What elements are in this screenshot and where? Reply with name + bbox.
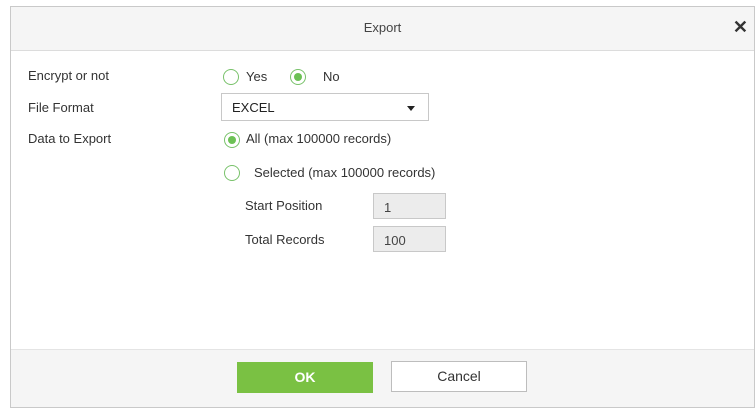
start-position-label: Start Position	[245, 198, 323, 213]
total-records-input[interactable]: 100	[373, 226, 446, 252]
export-selected-label: Selected (max 100000 records)	[254, 165, 436, 180]
file-format-select[interactable]: EXCEL	[221, 93, 429, 121]
dialog-footer: OK Cancel	[11, 349, 754, 407]
start-position-input[interactable]: 1	[373, 193, 446, 219]
encrypt-label: Encrypt or not	[28, 68, 109, 83]
file-format-value: EXCEL	[232, 100, 275, 115]
encrypt-no-label: No	[323, 69, 340, 84]
dialog-title: Export	[363, 20, 402, 35]
total-records-label: Total Records	[245, 232, 325, 247]
encrypt-yes-label: Yes	[246, 69, 268, 84]
export-dialog: Export ✕ Encrypt or not Yes No File Form…	[10, 6, 755, 408]
file-format-label: File Format	[28, 100, 94, 115]
data-to-export-label: Data to Export	[28, 131, 112, 146]
dialog-titlebar: Export ✕	[11, 7, 754, 51]
export-all-label: All (max 100000 records)	[246, 131, 392, 146]
encrypt-no-radio[interactable]	[290, 69, 306, 85]
cancel-button[interactable]: Cancel	[391, 361, 527, 392]
start-position-value: 1	[384, 200, 392, 215]
close-icon[interactable]: ✕	[733, 18, 748, 36]
encrypt-yes-radio[interactable]	[223, 69, 239, 85]
export-all-radio[interactable]	[224, 132, 240, 148]
chevron-down-icon	[407, 106, 415, 111]
ok-button[interactable]: OK	[237, 362, 373, 393]
export-selected-radio[interactable]	[224, 165, 240, 181]
total-records-value: 100	[384, 233, 406, 248]
